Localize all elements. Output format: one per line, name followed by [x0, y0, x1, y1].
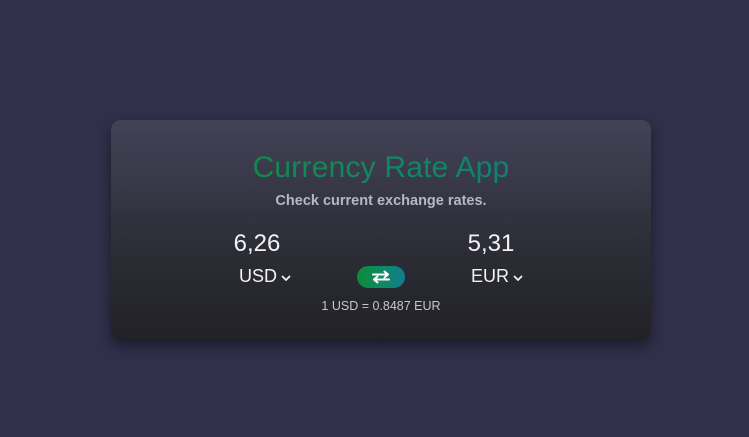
from-currency-label: USD: [238, 266, 277, 286]
to-currency-select[interactable]: EUR: [437, 265, 557, 287]
app-subtitle: Check current exchange rates.: [275, 193, 487, 209]
to-amount-input[interactable]: 5,31: [431, 230, 551, 258]
swap-currencies-button[interactable]: [357, 266, 405, 288]
from-currency-select[interactable]: USD: [205, 265, 325, 287]
converter-card: Currency Rate App Check current exchange…: [111, 120, 651, 340]
app-title: Currency Rate App: [111, 150, 651, 186]
swap-arrows-icon: [357, 270, 405, 284]
chevron-down-icon: [513, 265, 523, 287]
exchange-rate-text: 1 USD = 0.8487 EUR: [321, 299, 441, 313]
to-currency-label: EUR: [470, 266, 509, 286]
chevron-down-icon: [281, 265, 291, 287]
from-amount-input[interactable]: 6,26: [197, 230, 317, 258]
